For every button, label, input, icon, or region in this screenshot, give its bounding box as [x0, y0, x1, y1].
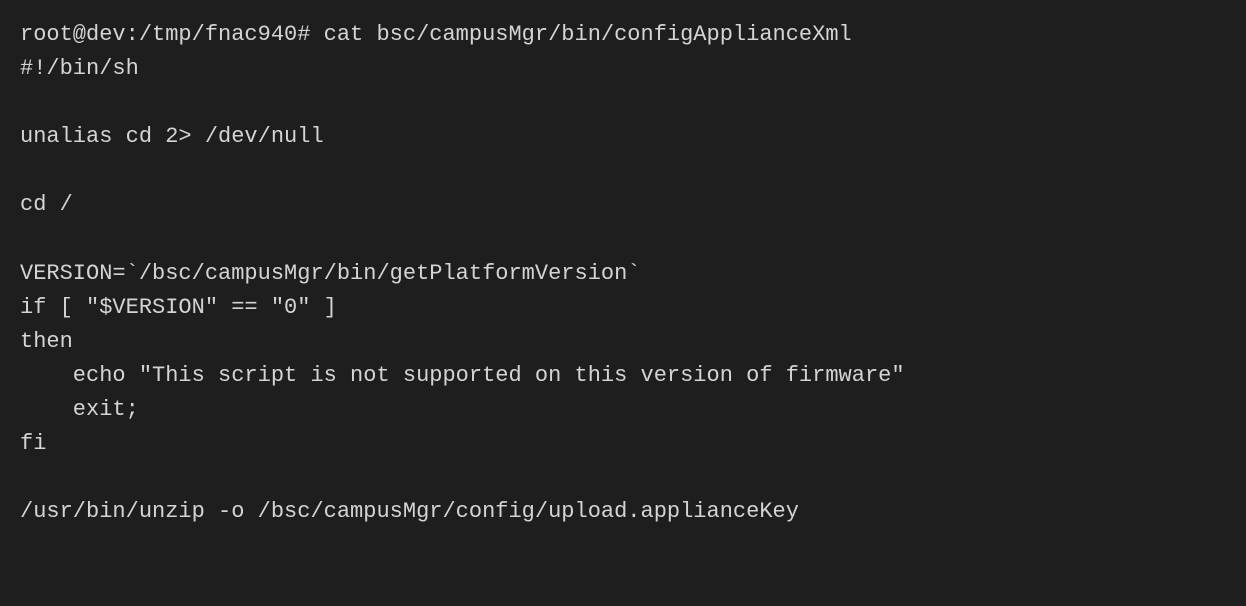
- terminal-line-line2: #!/bin/sh: [20, 52, 1226, 86]
- terminal-line-line6: cd /: [20, 188, 1226, 222]
- terminal-line-line10: then: [20, 325, 1226, 359]
- terminal-line-empty-13: [20, 461, 1226, 495]
- terminal-line-line8: VERSION=`/bsc/campusMgr/bin/getPlatformV…: [20, 257, 1226, 291]
- terminal-line-line15: /usr/bin/unzip -o /bsc/campusMgr/config/…: [20, 495, 1226, 529]
- terminal-line-empty-2: [20, 86, 1226, 120]
- terminal-line-empty-4: [20, 154, 1226, 188]
- terminal-window: root@dev:/tmp/fnac940# cat bsc/campusMgr…: [0, 0, 1246, 606]
- terminal-line-line12: exit;: [20, 393, 1226, 427]
- terminal-line-empty-6: [20, 223, 1226, 257]
- terminal-line-line9: if [ "$VERSION" == "0" ]: [20, 291, 1226, 325]
- terminal-line-line13: fi: [20, 427, 1226, 461]
- terminal-line-line1: root@dev:/tmp/fnac940# cat bsc/campusMgr…: [20, 18, 1226, 52]
- terminal-line-line4: unalias cd 2> /dev/null: [20, 120, 1226, 154]
- terminal-line-line11: echo "This script is not supported on th…: [20, 359, 1226, 393]
